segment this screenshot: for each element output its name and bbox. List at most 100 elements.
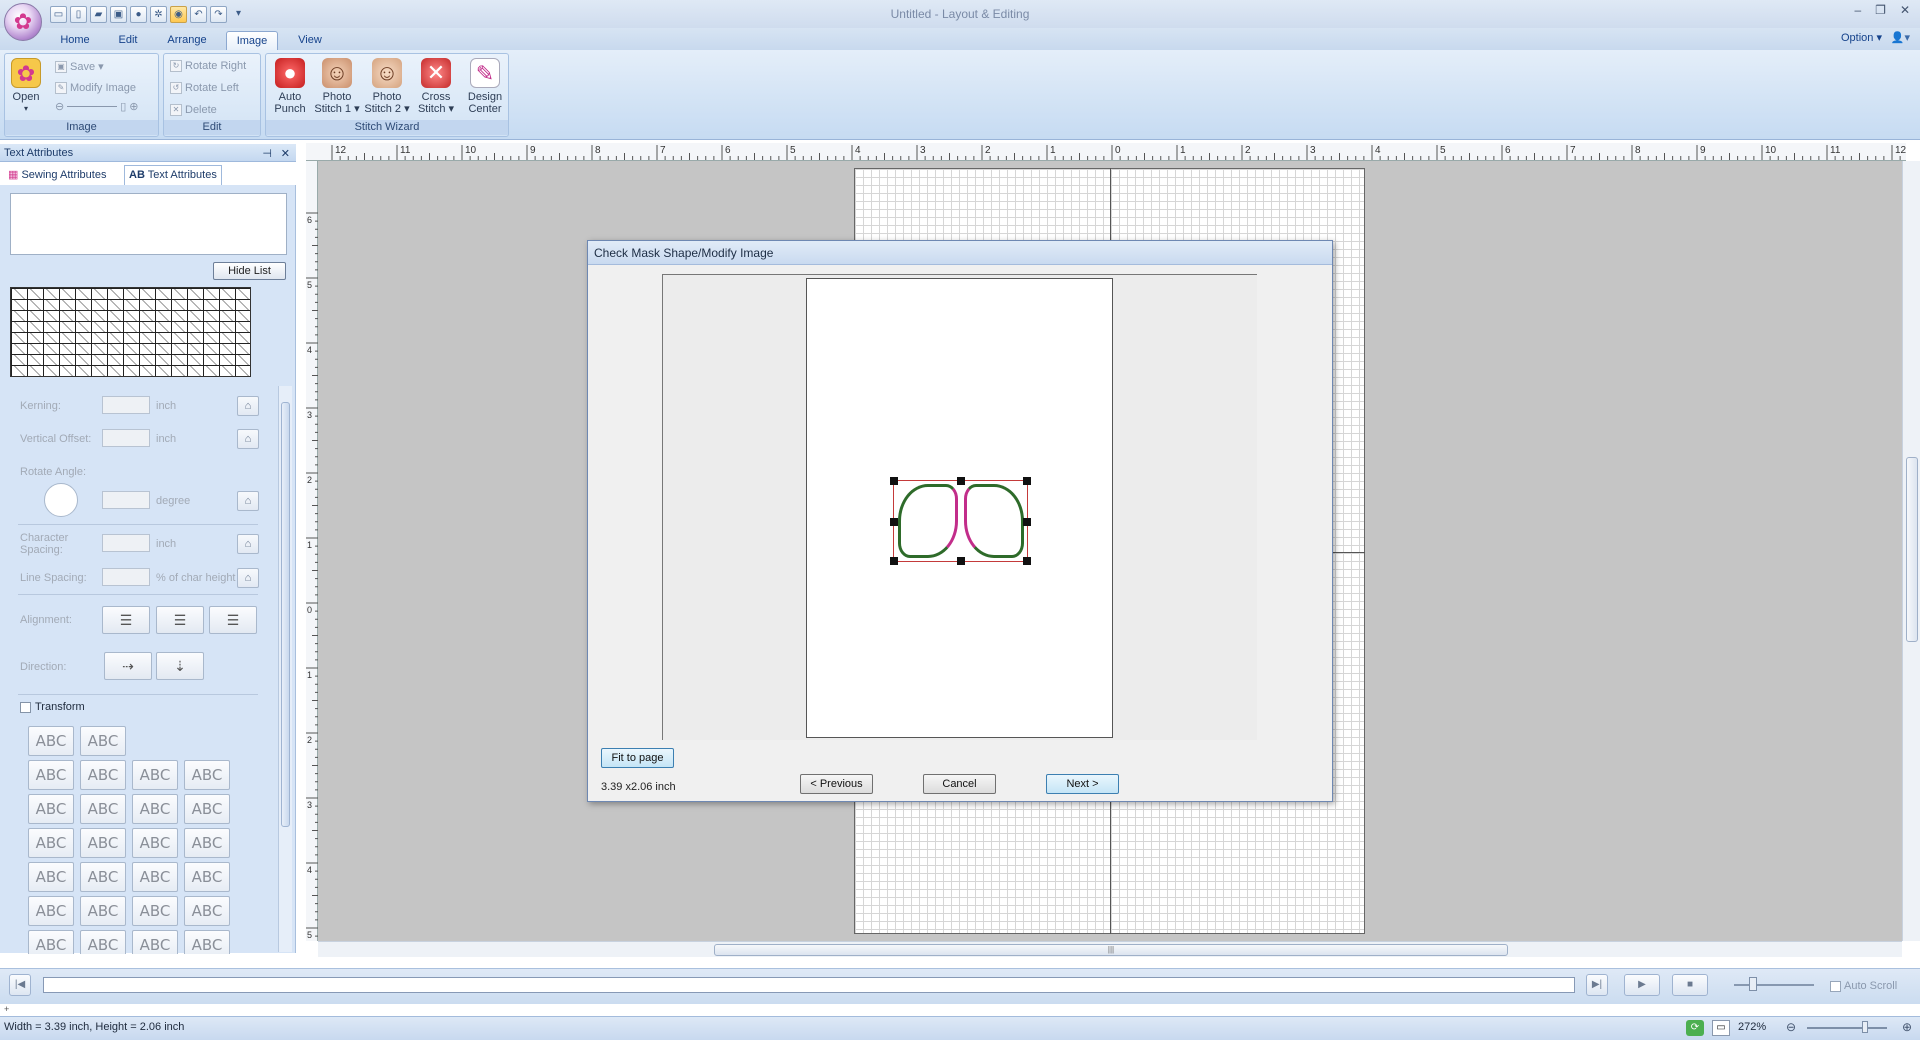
transform-shape[interactable]: ABC xyxy=(132,930,178,954)
hscroll-thumb[interactable]: ||| xyxy=(714,944,1508,956)
tab-sewing-attributes[interactable]: ▦ Sewing Attributes xyxy=(4,165,110,185)
rotate-right-button[interactable]: ↻ Rotate Right xyxy=(170,60,246,72)
tab-home[interactable]: Home xyxy=(55,31,95,50)
transform-shape[interactable]: ABC xyxy=(28,794,74,824)
kerning-input[interactable] xyxy=(102,396,150,414)
help-icon[interactable]: 👤▾ xyxy=(1891,31,1910,44)
close-icon[interactable]: ✕ xyxy=(1900,3,1910,17)
transform-shape[interactable]: ABC xyxy=(132,828,178,858)
vertical-scrollbar[interactable] xyxy=(1902,161,1920,941)
align-center-icon[interactable]: ☰ xyxy=(156,606,204,634)
open-button[interactable]: ✿ Open ▾ xyxy=(9,58,43,115)
auto-punch-button[interactable]: ● Auto Punch xyxy=(270,58,310,115)
align-left-icon[interactable]: ☰ xyxy=(102,606,150,634)
transform-shape[interactable]: ABC xyxy=(28,862,74,892)
save-button[interactable]: ▣ Save ▾ xyxy=(55,60,104,73)
hide-list-button[interactable]: Hide List xyxy=(213,262,286,280)
zoom-out-icon[interactable]: ⊖ xyxy=(1786,1020,1796,1034)
transform-shape[interactable]: ABC xyxy=(80,794,126,824)
rotate-angle-lock-icon[interactable]: ⌂ xyxy=(237,491,259,511)
transform-shape[interactable]: ABC xyxy=(80,760,126,790)
tab-image[interactable]: Image xyxy=(226,31,278,50)
tab-arrange[interactable]: Arrange xyxy=(161,31,213,50)
direction-horizontal-icon[interactable]: ⇢ xyxy=(104,652,152,680)
transform-shape[interactable]: ABC xyxy=(80,930,126,954)
zoom-in-icon[interactable]: ⊕ xyxy=(1902,1020,1912,1034)
vertical-offset-lock-icon[interactable]: ⌂ xyxy=(237,429,259,449)
speed-slider[interactable] xyxy=(1734,984,1814,986)
transform-checkbox[interactable]: Transform xyxy=(20,701,85,713)
play-icon[interactable]: ▶ xyxy=(1624,974,1660,996)
rotate-angle-input[interactable] xyxy=(102,491,150,509)
transform-shape[interactable]: ABC xyxy=(80,896,126,926)
character-spacing-input[interactable] xyxy=(102,534,150,552)
stop-icon[interactable]: ■ xyxy=(1672,974,1708,996)
transform-shape[interactable]: ABC xyxy=(132,794,178,824)
resize-handle[interactable] xyxy=(957,557,965,565)
previous-button[interactable]: < Previous xyxy=(800,774,873,794)
font-list-grid[interactable] xyxy=(10,287,251,377)
transform-shape[interactable]: ABC xyxy=(184,760,230,790)
photo-stitch-2-button[interactable]: ☺ Photo Stitch 2 ▾ xyxy=(364,58,410,115)
pin-icon[interactable]: ⊣ xyxy=(262,147,272,160)
transform-shape[interactable]: ABC xyxy=(80,862,126,892)
stitch-position-slider[interactable] xyxy=(43,977,1575,993)
direction-vertical-icon[interactable]: ⇣ xyxy=(156,652,204,680)
image-zoom-slider[interactable]: ⊖ ▯ ⊕ xyxy=(55,100,139,113)
modify-image-button[interactable]: ✎ Modify Image xyxy=(55,82,136,94)
transform-shape[interactable]: ABC xyxy=(28,896,74,926)
go-to-start-icon[interactable]: |◀ xyxy=(9,974,31,996)
kerning-lock-icon[interactable]: ⌂ xyxy=(237,396,259,416)
tab-text-attributes[interactable]: AB Text Attributes xyxy=(124,165,222,185)
app-menu-button[interactable]: ✿ xyxy=(4,3,42,41)
page-icon[interactable]: ▭ xyxy=(1712,1020,1730,1036)
next-button[interactable]: Next > xyxy=(1046,774,1119,794)
transform-shape[interactable]: ABC xyxy=(132,760,178,790)
transform-shape[interactable]: ABC xyxy=(28,726,74,756)
resize-handle[interactable] xyxy=(1023,557,1031,565)
line-spacing-lock-icon[interactable]: ⌂ xyxy=(237,568,259,588)
transform-shape[interactable]: ABC xyxy=(80,726,126,756)
restore-icon[interactable]: ❐ xyxy=(1875,3,1886,17)
minimize-icon[interactable]: – xyxy=(1854,3,1861,17)
refresh-icon[interactable]: ⟳ xyxy=(1686,1020,1704,1036)
resize-handle[interactable] xyxy=(890,518,898,526)
resize-handle[interactable] xyxy=(890,557,898,565)
resize-handle[interactable] xyxy=(957,477,965,485)
transform-shape[interactable]: ABC xyxy=(28,760,74,790)
rotate-dial[interactable] xyxy=(44,483,78,517)
zoom-slider[interactable] xyxy=(1807,1027,1887,1029)
transform-shape[interactable]: ABC xyxy=(184,896,230,926)
zoom-out-icon[interactable]: ⊖ xyxy=(55,100,64,113)
zoom-in-icon[interactable]: ⊕ xyxy=(129,100,138,113)
vertical-offset-input[interactable] xyxy=(102,429,150,447)
resize-handle[interactable] xyxy=(890,477,898,485)
transform-shape[interactable]: ABC xyxy=(80,828,126,858)
panel-scroll-thumb[interactable] xyxy=(281,402,290,827)
transform-shape[interactable]: ABC xyxy=(28,930,74,954)
design-center-button[interactable]: ✎ Design Center xyxy=(462,58,508,115)
transform-shape[interactable]: ABC xyxy=(184,862,230,892)
option-menu[interactable]: Option ▾ xyxy=(1841,31,1882,44)
align-right-icon[interactable]: ☰ xyxy=(209,606,257,634)
transform-shape[interactable]: ABC xyxy=(132,896,178,926)
panel-scrollbar[interactable] xyxy=(278,386,292,952)
slider-thumb-icon[interactable]: ▯ xyxy=(120,100,126,113)
resize-handle[interactable] xyxy=(1023,518,1031,526)
resize-handle[interactable] xyxy=(1023,477,1031,485)
panel-close-icon[interactable]: ✕ xyxy=(281,147,290,160)
line-spacing-input[interactable] xyxy=(102,568,150,586)
transform-shape[interactable]: ABC xyxy=(184,794,230,824)
tab-edit[interactable]: Edit xyxy=(110,31,146,50)
horizontal-scrollbar[interactable]: ||| xyxy=(318,941,1902,957)
tab-view[interactable]: View xyxy=(290,31,330,50)
cross-stitch-button[interactable]: ✕ Cross Stitch ▾ xyxy=(414,58,458,115)
embroidery-design-selection[interactable] xyxy=(890,477,1031,565)
rotate-left-button[interactable]: ↺ Rotate Left xyxy=(170,82,239,94)
cancel-button[interactable]: Cancel xyxy=(923,774,996,794)
go-to-end-icon[interactable]: ▶| xyxy=(1586,974,1608,996)
speed-slider-thumb[interactable] xyxy=(1749,977,1757,991)
zoom-slider-thumb[interactable] xyxy=(1862,1021,1868,1033)
transform-shape[interactable]: ABC xyxy=(184,930,230,954)
vscroll-thumb[interactable] xyxy=(1906,457,1918,642)
